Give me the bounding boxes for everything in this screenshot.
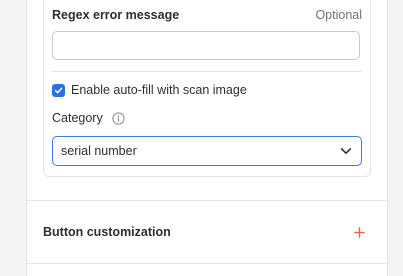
autofill-checkbox[interactable] [52, 83, 65, 97]
category-label: Category [52, 111, 103, 125]
autofill-option[interactable]: Enable auto-fill with scan image [52, 82, 247, 98]
settings-panel: Regex error message Optional Enable auto… [26, 0, 388, 276]
regex-error-label: Regex error message [52, 8, 180, 22]
check-icon [54, 87, 63, 93]
regex-error-label-row: Regex error message Optional [52, 6, 362, 24]
autofill-checkbox-label: Enable auto-fill with scan image [71, 83, 247, 97]
category-selected-value: serial number [61, 144, 137, 158]
card-divider [52, 71, 362, 72]
section-divider-bottom [27, 263, 387, 264]
chevron-down-icon [340, 147, 352, 155]
optional-tag: Optional [315, 8, 362, 22]
category-select[interactable]: serial number [52, 136, 362, 166]
field-settings-card: Regex error message Optional Enable auto… [43, 0, 371, 177]
regex-error-input[interactable] [52, 31, 360, 60]
category-label-row: Category [52, 110, 125, 126]
info-icon[interactable] [112, 111, 125, 125]
button-customization-section[interactable]: Button customization [27, 201, 387, 263]
plus-icon[interactable] [354, 226, 365, 238]
button-customization-title: Button customization [43, 225, 171, 239]
